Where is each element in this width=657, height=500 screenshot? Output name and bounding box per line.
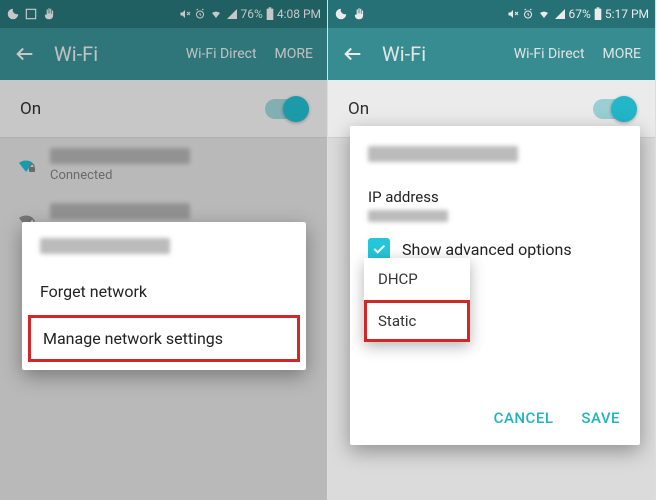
static-option[interactable]: Static [364,300,470,342]
dhcp-option[interactable]: DHCP [364,258,470,300]
dialog-title-blurred [368,146,518,162]
forget-network-item[interactable]: Forget network [22,268,306,315]
ip-address-label: IP address [368,188,622,206]
screen-right: 67% 5:17 PM Wi-Fi Wi-Fi Direct MORE On I… [328,0,656,500]
popup-title-blurred [40,238,170,254]
show-advanced-label: Show advanced options [402,240,572,259]
manage-network-settings-item[interactable]: Manage network settings [28,315,300,362]
dialog-actions: CANCEL SAVE [350,397,640,437]
ip-value-blurred [368,210,448,222]
save-button[interactable]: SAVE [581,409,620,427]
network-context-menu: Forget network Manage network settings [22,222,306,370]
checkbox-icon[interactable] [368,238,390,260]
cancel-button[interactable]: CANCEL [494,409,554,427]
screen-left: 76% 4:08 PM Wi-Fi Wi-Fi Direct MORE On C… [0,0,328,500]
ip-settings-dropdown: DHCP Static [364,258,470,342]
